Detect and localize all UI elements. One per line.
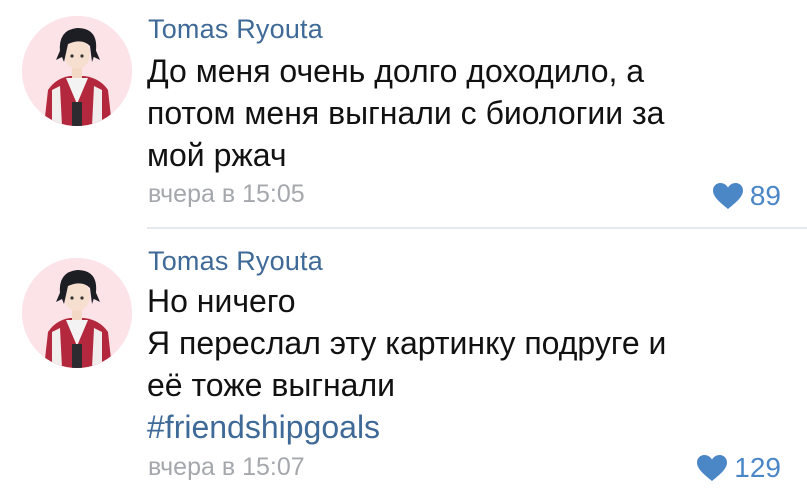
timestamp[interactable]: вчера в 15:05 (148, 180, 305, 209)
avatar[interactable] (22, 258, 132, 368)
like-button[interactable]: 89 (712, 180, 781, 212)
comment-text: Но ничего Я переслал эту картинку подруг… (147, 280, 767, 448)
comment-feed: Tomas Ryouta До меня очень долго доходил… (0, 0, 807, 504)
comment-line: её тоже выгнали (147, 367, 395, 403)
comment-line: Но ничего (147, 283, 296, 319)
comment-line: потом меня выгнали с биологии за (147, 95, 665, 131)
avatar[interactable] (22, 16, 132, 126)
anime-character-avatar-icon (22, 16, 132, 126)
author-name[interactable]: Tomas Ryouta (148, 14, 323, 45)
comment-line: Я переслал эту картинку подруге и (147, 325, 667, 361)
like-count: 129 (734, 452, 781, 483)
comment-line: мой ржач (147, 137, 287, 173)
anime-character-avatar-icon (22, 258, 132, 368)
comment: Tomas Ryouta До меня очень долго доходил… (0, 0, 807, 228)
heart-icon (696, 454, 728, 482)
comment-line: До меня очень долго доходило, а (147, 53, 645, 89)
comment: Tomas Ryouta Но ничего Я переслал эту ка… (0, 228, 807, 504)
timestamp[interactable]: вчера в 15:07 (148, 453, 305, 482)
heart-icon (712, 182, 744, 210)
like-button[interactable]: 129 (696, 452, 781, 484)
hashtag-link[interactable]: #friendshipgoals (147, 406, 767, 448)
author-name[interactable]: Tomas Ryouta (148, 246, 323, 277)
like-count: 89 (749, 180, 781, 211)
comment-text: До меня очень долго доходило, а потом ме… (147, 50, 767, 176)
